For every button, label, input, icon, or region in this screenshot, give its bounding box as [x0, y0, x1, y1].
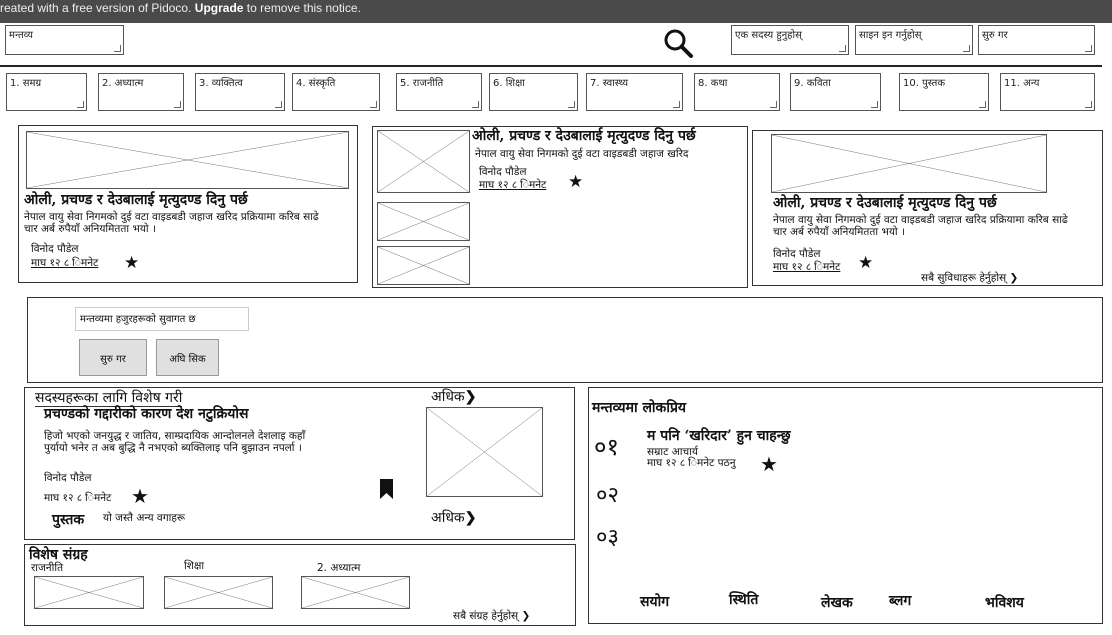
footer-link-contact[interactable]: सयोग [640, 592, 669, 611]
featured-card-3-author: विनोद पौडेल [773, 248, 821, 260]
pidoco-notice-bar: reated with a free version of Pidoco. Up… [0, 0, 1112, 23]
featured-card-1-image [26, 131, 349, 189]
members-tag-label[interactable]: पुस्तक [52, 510, 84, 529]
start-button[interactable]: सुरु गर [978, 25, 1095, 55]
welcome-already-button[interactable]: अघि सिक [156, 339, 219, 376]
featured-card-3-title[interactable]: ओली, प्रचण्ड र देउबालाई मृत्युदण्ड दिनु … [773, 195, 1098, 212]
nav-item-5[interactable]: 5. राजनीति [396, 73, 482, 111]
members-article-meta: माघ १२ ८ िमनेट [44, 492, 112, 504]
members-tag-desc: यो जस्तै अन्य वगाहरू [103, 512, 186, 524]
members-article-image [426, 407, 543, 497]
popular-item-title[interactable]: म पनि ‘खरिदार’ हुन चाहन्छु [647, 428, 791, 445]
members-more-top-link[interactable]: अधिक❯ [431, 387, 476, 406]
more-label: अधिक [431, 510, 465, 526]
nav-item-3[interactable]: 3. व्यक्तित्व [195, 73, 285, 111]
notice-prefix: reated with a free version of Pidoco. [0, 1, 195, 15]
footer-link-future[interactable]: भविशय [985, 593, 1024, 612]
star-icon[interactable]: ★ [858, 255, 873, 272]
popular-number-1: ०१ [594, 433, 619, 461]
chevron-right-icon: ❯ [464, 389, 477, 405]
collection-heading: विशेष संग्रह [29, 547, 88, 563]
nav-item-10[interactable]: 10. पुस्तक [899, 73, 989, 111]
upgrade-link[interactable]: Upgrade [195, 1, 244, 15]
featured-card-2-image-3 [377, 246, 470, 285]
see-all-collections-label: सबै संग्रह हेर्नुहोस् [453, 610, 519, 622]
featured-card-3-summary: नेपाल वायु सेवा निगमको दुई वटा वाइडबडी ज… [773, 214, 1068, 238]
logo-field[interactable]: मन्तव्य [5, 25, 124, 55]
search-icon[interactable] [662, 28, 696, 60]
featured-card-2-image-2 [377, 202, 470, 241]
featured-card-2-title[interactable]: ओली, प्रचण्ड र देउबालाई मृत्युदण्ड दिनु … [472, 128, 747, 145]
see-all-collections-link[interactable]: सबै संग्रह हेर्नुहोस् ❯ [453, 610, 530, 622]
nav-item-4[interactable]: 4. संस्कृति [292, 73, 380, 111]
footer-link-blog[interactable]: ब्लग [889, 591, 911, 610]
featured-card-2-meta: माघ १२ ८ िमनेट [479, 179, 547, 191]
collection-item-label-1: राजनीति [31, 562, 64, 574]
featured-card-1-title[interactable]: ओली, प्रचण्ड र देउबालाई मृत्युदण्ड दिनु … [24, 192, 354, 209]
welcome-message: मन्तव्यमा हजुरहरूको सुवागत छ [75, 307, 249, 331]
members-article-summary: हिजो भएको जनयुद्ध र जातिय, साम्प्रदायिक … [44, 430, 306, 454]
nav-item-1[interactable]: 1. समग्र [6, 73, 87, 111]
nav-item-11[interactable]: 11. अन्य [1000, 73, 1095, 111]
footer-link-status[interactable]: स्थिति [729, 590, 758, 609]
members-article-author: विनोद पौडेल [44, 472, 92, 484]
footer-link-writers[interactable]: लेखक [821, 593, 853, 612]
popular-number-2: ०२ [596, 483, 619, 508]
chevron-right-icon: ❯ [464, 510, 477, 526]
featured-card-1-summary: नेपाल वायु सेवा निगमको दुई वटा वाइडबडी ज… [24, 211, 319, 235]
featured-card-1-author: विनोद पौडेल [31, 243, 79, 255]
featured-card-3-meta: माघ १२ ८ िमनेट [773, 261, 841, 273]
featured-card-3-image [771, 134, 1047, 193]
see-all-features-label: सबै सुविधाहरू हेर्नुहोस् [921, 272, 1007, 284]
collection-item-label-3: 2. अध्यात्म [317, 562, 361, 574]
popular-panel [588, 387, 1103, 624]
welcome-start-button[interactable]: सुरु गर [79, 339, 147, 376]
featured-card-1-meta: माघ १२ ८ िमनेट [31, 257, 99, 269]
star-icon[interactable]: ★ [760, 454, 778, 474]
star-icon[interactable]: ★ [131, 486, 149, 506]
nav-item-8[interactable]: 8. कथा [694, 73, 780, 111]
nav-item-6[interactable]: 6. शिक्षा [489, 73, 578, 111]
featured-card-2-author: विनोद पौडेल [479, 166, 527, 178]
nav-item-9[interactable]: 9. कविता [790, 73, 881, 111]
collection-item-2-image[interactable] [164, 576, 273, 609]
collection-item-3-image[interactable] [301, 576, 410, 609]
collection-item-label-2: शिक्षा [184, 560, 205, 572]
header-divider [0, 65, 1102, 67]
nav-item-2[interactable]: 2. अध्यात्म [98, 73, 184, 111]
featured-card-2-image-main [377, 130, 470, 193]
popular-number-3: ०३ [596, 525, 619, 550]
members-heading: सदस्यहरूका लागि विशेष गरी [35, 390, 183, 407]
chevron-right-icon: ❯ [1009, 272, 1019, 284]
notice-suffix: to remove this notice. [243, 1, 361, 15]
star-icon[interactable]: ★ [124, 255, 139, 272]
become-member-button[interactable]: एक सदस्य हुनुहोस् [731, 25, 849, 55]
bookmark-icon[interactable] [380, 479, 393, 499]
more-label: अधिक [431, 389, 465, 405]
members-article-title[interactable]: प्रचण्डको गद्दारीको कारण देश नटुक्रियोस [44, 406, 248, 423]
popular-item-meta: माघ १२ ८ िमनेट पठनु [647, 457, 736, 469]
see-all-features-link[interactable]: सबै सुविधाहरू हेर्नुहोस् ❯ [921, 272, 1018, 284]
nav-item-7[interactable]: 7. स्वास्थ्य [586, 73, 683, 111]
sign-in-button[interactable]: साइन इन गर्नुहोस् [855, 25, 973, 55]
collection-item-1-image[interactable] [34, 576, 144, 609]
members-more-bottom-link[interactable]: अधिक❯ [431, 508, 476, 527]
chevron-right-icon: ❯ [521, 610, 531, 622]
star-icon[interactable]: ★ [568, 174, 583, 191]
featured-card-2-summary: नेपाल वायु सेवा निगमको दुई वटा वाइडबडी ज… [475, 148, 689, 160]
popular-heading: मन्तव्यमा लोकप्रिय [592, 400, 687, 416]
